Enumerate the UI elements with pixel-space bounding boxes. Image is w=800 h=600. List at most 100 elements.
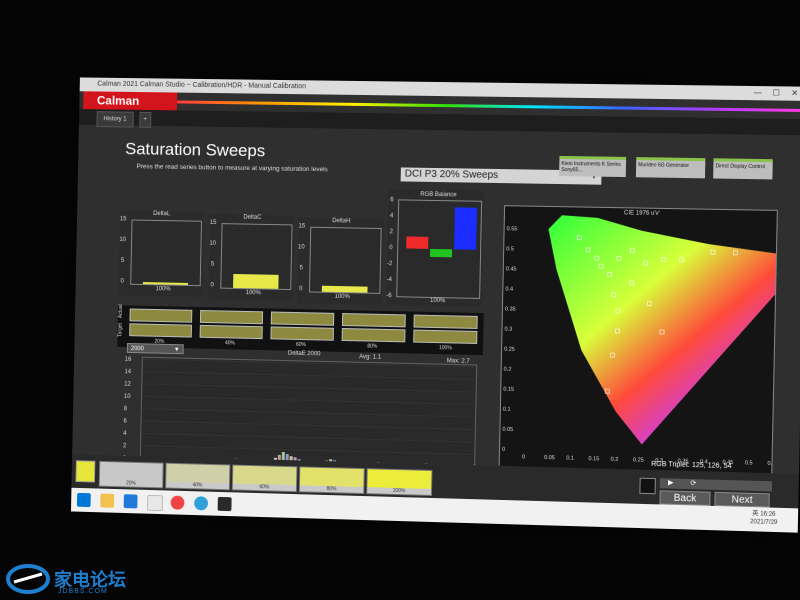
rainbow-accent	[176, 100, 800, 113]
deltaC-plot	[220, 223, 293, 291]
x-tick: 0	[522, 454, 525, 460]
close-button[interactable]: ✕	[786, 86, 800, 100]
add-tab-button[interactable]: +	[139, 111, 151, 128]
deltaH-title: DeltaH	[332, 218, 351, 225]
x-label: 100%	[155, 286, 171, 293]
logo-text: Calman	[96, 93, 140, 108]
stop-button[interactable]	[639, 477, 656, 495]
sweep-step-label: 80%	[326, 486, 337, 493]
chrome-icon[interactable]	[170, 495, 185, 510]
y-tick: 0.3	[504, 327, 512, 333]
windows-start-icon[interactable]	[76, 492, 91, 508]
series-select-value: DCI P3 20% Sweeps	[404, 168, 499, 182]
sweep-step[interactable]: 40%	[165, 462, 231, 491]
cie-diagram: CIE 1976 u'v' 0.55 0.5 0.45 0.4 0.35 0.3 0.25 0…	[498, 205, 800, 480]
deltaL-plot	[130, 219, 203, 287]
deltaH-plot	[308, 226, 382, 294]
clock-time: 16:26	[760, 511, 776, 518]
swatch-target	[341, 327, 406, 343]
sweep-step[interactable]: 80%	[298, 466, 365, 495]
sweep-step-color	[299, 467, 364, 488]
rgb-balance-bar	[429, 248, 453, 258]
swatch-actual	[129, 308, 193, 323]
y-tick: 0.45	[506, 266, 517, 272]
edge-icon[interactable]	[194, 496, 209, 511]
deltaH-chart: DeltaH 15 10 5 0 100%	[296, 217, 384, 305]
sweep-step[interactable]: 100%	[366, 468, 433, 496]
row-label-target: Target	[117, 323, 124, 337]
y-tick: 0.5	[506, 246, 514, 252]
deltaC-chart: DeltaC 15 10 5 0 100%	[208, 213, 295, 302]
swatch-column-label: 100%	[438, 345, 452, 352]
display-control-device[interactable]: Direct Display Control	[713, 158, 773, 180]
y-tick: 4	[389, 213, 394, 220]
rgb-balance-bar	[406, 236, 429, 249]
monitor-screen: Calman 2021 Calman Studio ~ Calibration/…	[70, 77, 800, 533]
sweep-step-color	[166, 463, 230, 484]
cie-locus	[544, 215, 800, 449]
file-explorer-icon[interactable]	[100, 493, 115, 508]
minimize-button[interactable]: —	[750, 86, 767, 100]
deltaE-type-select[interactable]: 2000 ▼	[126, 343, 184, 355]
x-tick: 0.15	[588, 456, 599, 462]
y-tick: 10	[124, 394, 131, 400]
swatch-target	[413, 329, 478, 344]
sweep-step-label: 20%	[126, 480, 136, 487]
edge-browser-icon[interactable]	[123, 494, 138, 509]
sweep-step-color	[367, 469, 432, 489]
deltaE-title: DeltaE 2000	[287, 350, 321, 358]
calman-logo[interactable]: Calman	[83, 91, 178, 111]
y-tick: 14	[124, 369, 131, 375]
y-tick: 0	[120, 278, 124, 285]
y-tick: 0	[502, 447, 505, 453]
x-label: 100%	[429, 297, 446, 305]
calman-taskbar-icon[interactable]	[217, 496, 232, 512]
instructions-text: Press the read series button to measure …	[136, 163, 328, 174]
current-color-swatch	[75, 460, 96, 483]
sweep-step-color	[232, 465, 297, 486]
sweep-step[interactable]: 60%	[231, 464, 298, 493]
y-tick: 6	[123, 419, 127, 425]
page-title: Saturation Sweeps	[125, 139, 266, 161]
maximize-button[interactable]: ☐	[768, 86, 785, 100]
sweep-step[interactable]: 20%	[98, 460, 164, 489]
deltaC-bar	[233, 273, 279, 289]
y-tick: 0.2	[504, 367, 512, 373]
play-icon[interactable]: ▶	[668, 478, 674, 486]
cie-title: CIE 1976 u'v'	[623, 210, 660, 217]
deltaH-bar	[321, 285, 368, 293]
chevron-down-icon: ▼	[173, 347, 180, 354]
watermark-url: JDBBS.COM	[58, 588, 108, 595]
y-tick: 10	[209, 240, 217, 247]
y-tick: 0.1	[503, 407, 511, 413]
meter-device[interactable]: Klein Instruments K Series Sony65...	[559, 155, 627, 178]
row-label-actual: Actual	[117, 304, 124, 319]
y-tick: 15	[298, 223, 306, 230]
next-button[interactable]: Next	[714, 491, 770, 508]
input-language[interactable]: 英	[752, 511, 758, 517]
y-tick: 0	[389, 245, 393, 252]
swatch-target	[270, 326, 334, 341]
generator-device[interactable]: Murideo 6G Generator	[635, 157, 706, 179]
deltaE-plot	[140, 357, 476, 469]
sweep-step-label: 40%	[192, 482, 203, 489]
swatch-actual	[341, 313, 406, 328]
y-tick: 0.35	[505, 306, 516, 312]
y-tick: 6	[390, 197, 394, 204]
x-tick: 0.05	[544, 455, 555, 461]
swatch-actual	[413, 314, 478, 329]
tab-history-1[interactable]: History 1	[96, 111, 134, 128]
x-label: 100%	[245, 290, 261, 297]
back-button[interactable]: Back	[659, 490, 711, 506]
y-tick: 12	[124, 381, 131, 387]
swatch-actual	[199, 309, 264, 325]
x-tick: 0.2	[611, 457, 619, 463]
loop-icon[interactable]: ⟳	[690, 479, 696, 487]
y-tick: 0.25	[504, 347, 515, 353]
rgb-balance-chart: RGB Balance 6 4 2 0 -2 -4 -6 100%	[386, 189, 485, 308]
swatch-target	[199, 324, 263, 340]
cloud-app-icon[interactable]	[147, 494, 164, 512]
swatch-target	[129, 323, 193, 338]
y-tick: 5	[299, 265, 303, 272]
deltaE-type-value: 2000	[130, 346, 144, 353]
